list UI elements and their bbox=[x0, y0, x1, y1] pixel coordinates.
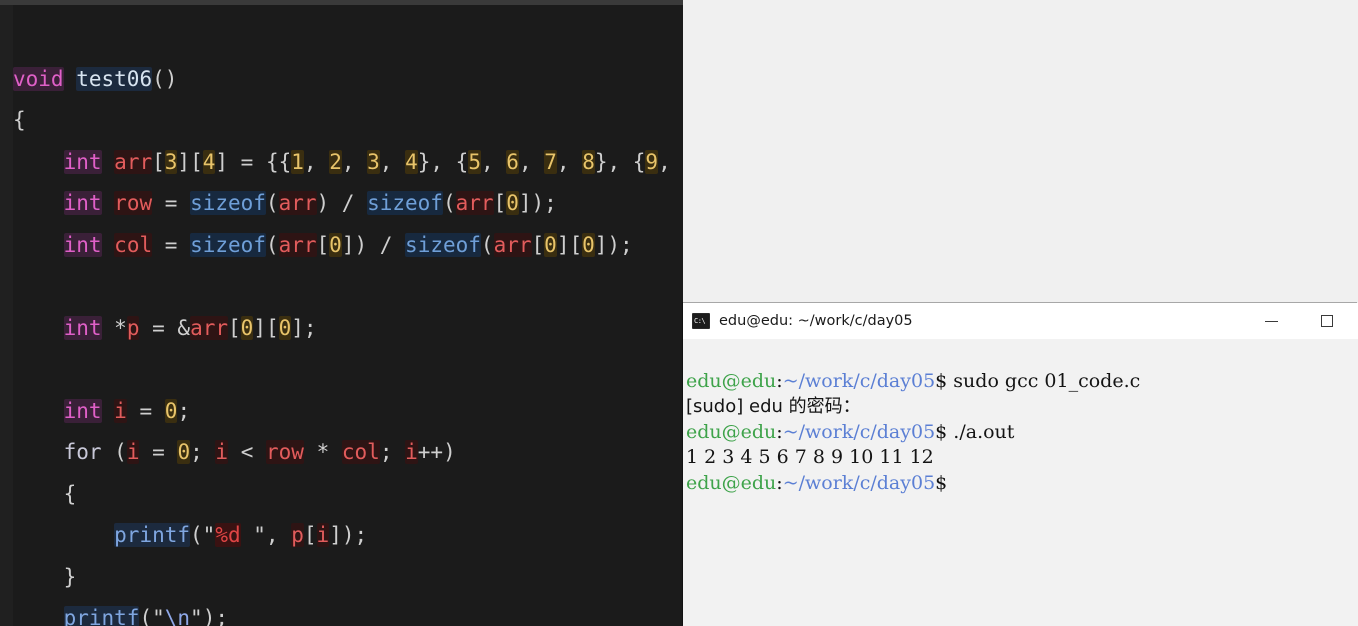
code-text[interactable]: void test06() { int arr[3][4] = {{1, 2, 3… bbox=[13, 5, 683, 626]
prompt-dollar: $ bbox=[935, 471, 948, 494]
code-line: int i = 0; bbox=[63, 398, 191, 423]
code-line: } bbox=[63, 564, 77, 589]
terminal-icon: C:\ bbox=[692, 312, 710, 329]
code-line: for (i = 0; i < row * col; i++) bbox=[63, 440, 456, 464]
terminal-titlebar[interactable]: C:\ edu@edu: ~/work/c/day05 bbox=[683, 303, 1358, 339]
code-line: printf("%d ", p[i]); bbox=[114, 523, 368, 547]
prompt-path: ~/work/c/day05 bbox=[782, 471, 936, 494]
terminal-line: [sudo] edu 的密码： bbox=[686, 394, 1358, 420]
prompt-user-host: edu@edu bbox=[686, 471, 777, 494]
minimize-icon bbox=[1264, 320, 1278, 322]
maximize-icon bbox=[1321, 315, 1333, 327]
code-line: int row = sizeof(arr) / sizeof(arr[0]); bbox=[63, 191, 557, 215]
screen: void test06() { int arr[3][4] = {{1, 2, 3… bbox=[0, 0, 1358, 626]
terminal-line: edu@edu:~/work/c/day05$ sudo gcc 01_code… bbox=[686, 369, 1358, 395]
terminal-output-text: [sudo] edu 的密码： bbox=[686, 396, 861, 417]
prompt-dollar: $ bbox=[935, 420, 948, 443]
code-editor-pane[interactable]: void test06() { int arr[3][4] = {{1, 2, 3… bbox=[0, 0, 683, 626]
terminal-line: 1 2 3 4 5 6 7 8 9 10 11 12 bbox=[686, 445, 1358, 471]
prompt-user-host: edu@edu bbox=[686, 420, 777, 443]
maximize-button[interactable] bbox=[1304, 303, 1350, 339]
prompt-dollar: $ bbox=[935, 369, 948, 392]
terminal-command: ./a.out bbox=[947, 420, 1015, 443]
minimize-button[interactable] bbox=[1248, 303, 1294, 339]
terminal-window[interactable]: C:\ edu@edu: ~/work/c/day05 edu@edu:~/wo… bbox=[683, 303, 1358, 626]
prompt-path: ~/work/c/day05 bbox=[782, 369, 936, 392]
editor-gutter bbox=[0, 5, 13, 626]
terminal-command: sudo gcc 01_code.c bbox=[947, 369, 1141, 392]
terminal-output[interactable]: edu@edu:~/work/c/day05$ sudo gcc 01_code… bbox=[683, 339, 1358, 626]
code-line: int *p = &arr[0][0]; bbox=[63, 315, 317, 340]
terminal-window-title: edu@edu: ~/work/c/day05 bbox=[719, 312, 913, 329]
prompt-path: ~/work/c/day05 bbox=[782, 420, 936, 443]
terminal-line: edu@edu:~/work/c/day05$ ./a.out bbox=[686, 420, 1358, 446]
code-line: int arr[3][4] = {{1, 2, 3, 4}, {5, 6, 7,… bbox=[13, 142, 683, 184]
code-line: void test06() bbox=[13, 66, 178, 91]
terminal-output-text: 1 2 3 4 5 6 7 8 9 10 11 12 bbox=[686, 446, 934, 468]
code-line: { bbox=[63, 481, 77, 506]
prompt-user-host: edu@edu bbox=[686, 369, 777, 392]
terminal-line: edu@edu:~/work/c/day05$ bbox=[686, 471, 1358, 497]
code-line: printf("\n"); bbox=[13, 598, 683, 626]
code-line: int col = sizeof(arr[0]) / sizeof(arr[0]… bbox=[63, 232, 633, 257]
code-line: { bbox=[13, 108, 26, 132]
